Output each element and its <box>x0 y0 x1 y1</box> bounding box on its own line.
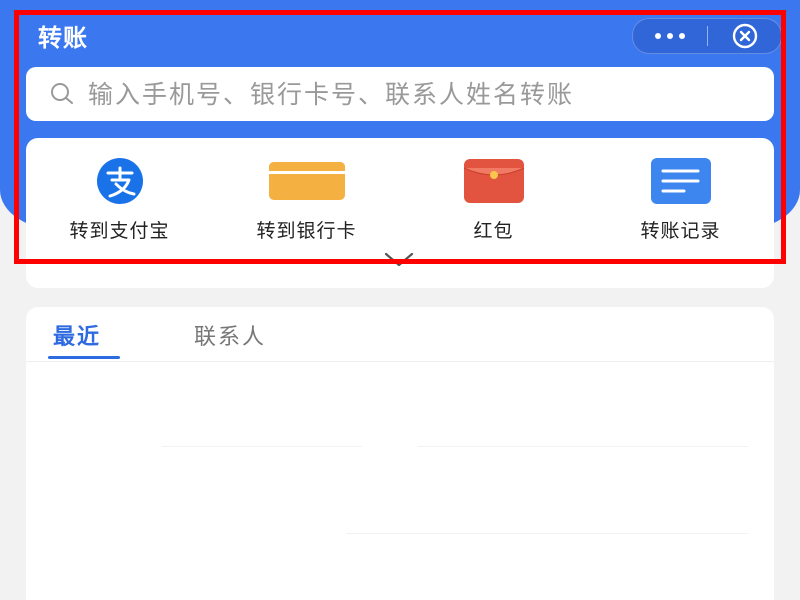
more-icon <box>655 33 661 39</box>
quick-action-label: 红包 <box>473 220 514 242</box>
quick-action-alipay[interactable]: 转到支付宝 <box>26 158 213 243</box>
expand-chevron-icon[interactable] <box>384 252 414 268</box>
quick-action-red-envelope[interactable]: 红包 <box>400 158 587 243</box>
quick-actions-card: 转到支付宝 转到银行卡 红包 转账记录 <box>26 138 774 288</box>
more-icon-dot <box>679 33 685 39</box>
transfer-page: 转账 输入手机号、银行卡号、联系人姓名转账 转到支付宝 转到银行卡 红包 转账记… <box>0 0 800 600</box>
list-divider <box>162 446 362 447</box>
close-button[interactable] <box>708 19 781 53</box>
mini-program-capsule <box>632 18 782 54</box>
list-divider <box>418 446 748 447</box>
alipay-icon <box>82 158 158 204</box>
active-tab-indicator <box>48 356 120 359</box>
quick-actions-list: 转到支付宝 转到银行卡 红包 转账记录 <box>26 158 774 243</box>
quick-action-transfer-record[interactable]: 转账记录 <box>587 158 774 243</box>
list-divider <box>346 533 748 534</box>
tab-recent[interactable]: 最近 <box>53 319 101 351</box>
quick-action-label: 转到银行卡 <box>256 220 357 242</box>
more-button[interactable] <box>633 19 707 53</box>
search-icon <box>48 80 76 108</box>
contacts-card: 最近 联系人 <box>26 307 774 600</box>
search-bar[interactable] <box>26 67 774 121</box>
quick-action-bank-card[interactable]: 转到银行卡 <box>213 158 400 243</box>
quick-action-label: 转到支付宝 <box>69 220 170 242</box>
tab-contacts[interactable]: 联系人 <box>194 319 266 351</box>
transfer-record-icon <box>650 158 712 204</box>
page-title: 转账 <box>38 24 88 52</box>
more-icon-dot <box>667 33 673 39</box>
red-envelope-icon <box>463 158 525 204</box>
quick-action-label: 转账记录 <box>640 220 721 242</box>
close-icon <box>732 23 757 49</box>
search-input[interactable] <box>86 78 750 110</box>
tab-bar: 最近 联系人 <box>26 307 774 362</box>
bank-card-icon <box>268 158 346 204</box>
